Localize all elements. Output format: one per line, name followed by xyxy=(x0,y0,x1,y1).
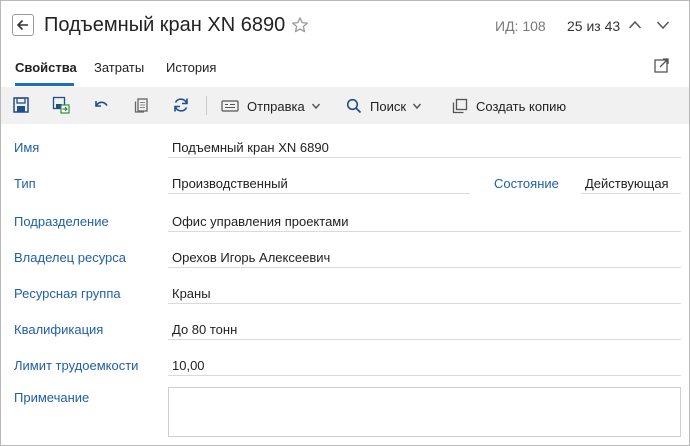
department-field-underline xyxy=(168,231,681,232)
send-label: Отправка xyxy=(247,98,305,114)
search-label: Поиск xyxy=(370,98,407,114)
note-textarea[interactable] xyxy=(168,387,681,437)
search-icon xyxy=(346,98,362,114)
owner-label: Владелец ресурса xyxy=(14,250,127,265)
title-bar: Подъемный кран XN 6890 ИД: 108 25 из 43 xyxy=(1,1,689,51)
note-label: Примечание xyxy=(14,390,90,405)
toolbar: Отправка Поиск Создать копию xyxy=(1,87,689,124)
department-field[interactable]: Офис управления проектами xyxy=(172,214,349,229)
undo-icon[interactable] xyxy=(92,96,110,114)
state-field[interactable]: Действующая xyxy=(585,176,669,191)
back-button[interactable] xyxy=(12,14,34,36)
qualification-field-underline xyxy=(168,339,681,340)
star-icon[interactable] xyxy=(291,16,309,34)
save-icon[interactable] xyxy=(12,96,30,114)
refresh-icon[interactable] xyxy=(172,96,190,114)
search-menu-button[interactable]: Поиск xyxy=(346,96,422,116)
tab-properties[interactable]: Свойства xyxy=(15,60,77,75)
chevron-down-icon xyxy=(311,103,320,110)
properties-form: Имя Подъемный кран XN 6890 Тип Производс… xyxy=(1,125,689,445)
send-icon xyxy=(221,100,239,112)
owner-field[interactable]: Орехов Игорь Алексеевич xyxy=(172,250,330,265)
resource-group-field-underline xyxy=(168,303,681,304)
arrow-left-icon xyxy=(16,19,28,31)
page-title: Подъемный кран XN 6890 xyxy=(44,14,286,36)
type-field-underline xyxy=(168,193,470,194)
resource-card-window: Подъемный кран XN 6890 ИД: 108 25 из 43 … xyxy=(0,0,690,446)
tab-history[interactable]: История xyxy=(166,60,216,75)
toolbar-separator xyxy=(206,96,207,115)
copy-document-icon[interactable] xyxy=(132,96,150,114)
state-field-underline xyxy=(581,193,681,194)
resource-group-label: Ресурсная группа xyxy=(14,286,121,301)
state-label: Состояние xyxy=(494,176,559,191)
labor-limit-field[interactable]: 10,00 xyxy=(172,358,205,373)
department-label: Подразделение xyxy=(14,214,109,229)
chevron-down-icon xyxy=(413,103,422,110)
labor-limit-field-underline xyxy=(168,375,681,376)
save-and-close-icon[interactable] xyxy=(52,96,70,114)
active-tab-indicator xyxy=(15,83,74,86)
qualification-field[interactable]: До 80 тонн xyxy=(172,322,237,337)
name-label: Имя xyxy=(14,140,40,155)
copy-icon xyxy=(452,98,468,114)
chevron-up-icon[interactable] xyxy=(627,17,643,33)
owner-field-underline xyxy=(168,267,681,268)
create-copy-button[interactable]: Создать копию xyxy=(452,96,566,116)
type-field[interactable]: Производственный xyxy=(172,176,288,191)
record-id: ИД: 108 xyxy=(495,18,546,34)
popout-icon[interactable] xyxy=(653,56,671,74)
name-field[interactable]: Подъемный кран XN 6890 xyxy=(172,140,329,155)
tab-bar: Свойства Затраты История xyxy=(1,53,689,86)
record-position: 25 из 43 xyxy=(567,18,621,34)
chevron-down-icon[interactable] xyxy=(655,17,671,33)
resource-group-field[interactable]: Краны xyxy=(172,286,211,301)
qualification-label: Квалификация xyxy=(14,322,104,337)
labor-limit-label: Лимит трудоемкости xyxy=(14,358,139,373)
type-label: Тип xyxy=(14,176,36,191)
name-field-underline xyxy=(168,157,681,158)
tab-costs[interactable]: Затраты xyxy=(94,60,144,75)
create-copy-label: Создать копию xyxy=(476,98,567,114)
send-menu-button[interactable]: Отправка xyxy=(221,96,321,116)
